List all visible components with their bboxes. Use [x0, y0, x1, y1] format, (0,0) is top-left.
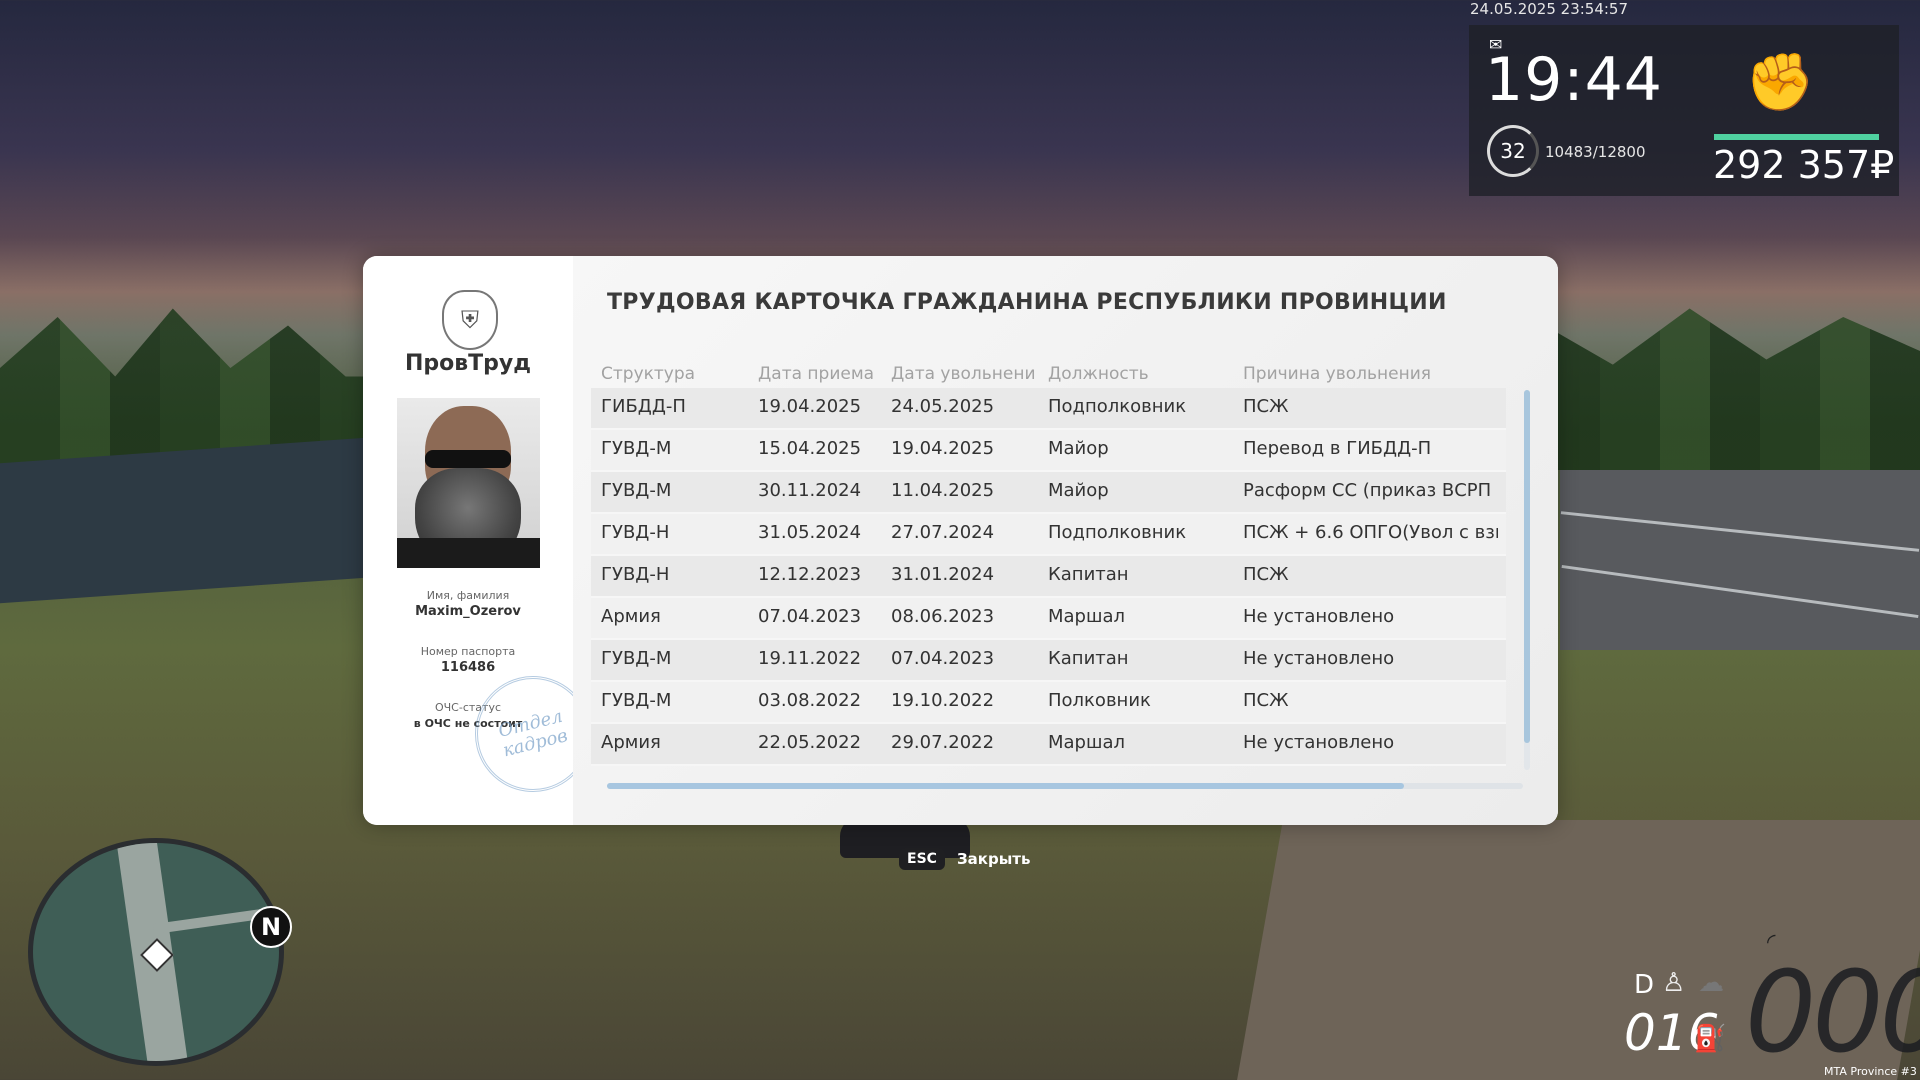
cell-dismissal-date: 11.04.2025 — [891, 480, 995, 501]
table-row[interactable]: ГУВД-М 15.04.2025 19.04.2025 Майор Перевод в… — [591, 430, 1506, 472]
cell-structure: ГУВД-М — [601, 438, 672, 459]
card-sidebar: ⛨ ПровТруд Имя, фамилия Maxim_Ozerov Ном… — [363, 256, 604, 825]
org-name: ПровТруд — [404, 351, 532, 376]
cell-structure: ГИБДД-П — [601, 396, 686, 417]
cell-reason: ПСЖ — [1243, 396, 1289, 417]
table-row[interactable]: ГУВД-М 19.11.2022 07.04.2023 Капитан Не уста… — [591, 640, 1506, 682]
col-dismissal-date: Дата увольнени — [891, 364, 1036, 384]
table-row[interactable]: Армия 07.04.2023 08.06.2023 Маршал Не устано… — [591, 598, 1506, 640]
cell-dismissal-date: 24.05.2025 — [891, 396, 995, 417]
cell-structure: ГУВД-Н — [601, 522, 670, 543]
esc-key-button[interactable]: ESC — [899, 848, 945, 870]
employment-card: ⛨ ПровТруд Имя, фамилия Maxim_Ozerov Ном… — [363, 256, 1558, 825]
cell-hire-date: 12.12.2023 — [758, 564, 862, 585]
coat-of-arms-icon: ⛨ — [442, 290, 498, 350]
cell-hire-date: 15.04.2025 — [758, 438, 862, 459]
cell-hire-date: 22.05.2022 — [758, 732, 862, 753]
cell-position: Капитан — [1048, 564, 1129, 585]
seatbelt-icon: ♙ — [1662, 968, 1686, 998]
cell-position: Подполковник — [1048, 396, 1187, 417]
river — [0, 436, 380, 604]
vertical-scrollbar[interactable] — [1524, 390, 1530, 770]
level-badge: 32 — [1487, 125, 1539, 177]
table-row[interactable]: ГУВД-Н 12.12.2023 31.01.2024 Капитан ПСЖ — [591, 556, 1506, 598]
table-row[interactable]: ГУВД-М 30.11.2024 11.04.2025 Майор Расформ С… — [591, 472, 1506, 514]
table-header: Структура Дата приема Дата увольнени Дол… — [591, 364, 1511, 386]
hud-time: 19:44 — [1485, 45, 1663, 115]
vertical-scrollbar-thumb[interactable] — [1524, 390, 1530, 744]
server-name: MTA Province #3 — [1824, 1065, 1917, 1078]
horizontal-scrollbar-thumb[interactable] — [607, 783, 1404, 789]
cell-reason: Не установлено — [1243, 648, 1395, 669]
card-title: ТРУДОВАЯ КАРТОЧКА ГРАЖДАНИНА РЕСПУБЛИКИ … — [607, 290, 1447, 315]
col-position: Должность — [1048, 364, 1149, 384]
cell-position: Маршал — [1048, 606, 1125, 627]
cell-structure: ГУВД-М — [601, 690, 672, 711]
cell-hire-date: 19.04.2025 — [758, 396, 862, 417]
cell-dismissal-date: 19.04.2025 — [891, 438, 995, 459]
cell-position: Майор — [1048, 480, 1109, 501]
cell-position: Капитан — [1048, 648, 1129, 669]
cell-reason: Расформ СС (приказ ВСРП N — [1243, 480, 1498, 501]
engine-icon: ☁ — [1698, 968, 1724, 998]
cell-structure: Армия — [601, 606, 661, 627]
money-amount: 292 357₽ — [1713, 143, 1895, 187]
table-row[interactable]: ГУВД-М 03.08.2022 19.10.2022 Полковник ПСЖ — [591, 682, 1506, 724]
cell-dismissal-date: 07.04.2023 — [891, 648, 995, 669]
avatar — [397, 398, 540, 568]
horizontal-scrollbar[interactable] — [607, 783, 1523, 789]
cell-hire-date: 03.08.2022 — [758, 690, 862, 711]
cell-reason: ПСЖ — [1243, 564, 1289, 585]
cell-reason: Перевод в ГИБДД-П — [1243, 438, 1432, 459]
col-reason: Причина увольнения — [1243, 364, 1431, 384]
passport-label: Номер паспорта — [420, 645, 516, 658]
road — [1560, 470, 1920, 650]
speed-readout: 000 — [1745, 948, 1920, 1078]
table-row[interactable]: ГУВД-Н 31.05.2024 27.07.2024 Подполковник ПС… — [591, 514, 1506, 556]
cell-hire-date: 31.05.2024 — [758, 522, 862, 543]
name-label: Имя, фамилия — [426, 589, 510, 602]
cell-dismissal-date: 08.06.2023 — [891, 606, 995, 627]
cell-reason: Не установлено — [1243, 606, 1395, 627]
col-structure: Структура — [601, 364, 696, 384]
cell-position: Маршал — [1048, 732, 1125, 753]
hud-datetime: 24.05.2025 23:54:57 — [1470, 0, 1629, 18]
cell-structure: ГУВД-М — [601, 480, 672, 501]
cell-hire-date: 30.11.2024 — [758, 480, 862, 501]
cell-position: Майор — [1048, 438, 1109, 459]
gear-indicator: D — [1634, 970, 1655, 1000]
col-hire-date: Дата приема — [758, 364, 875, 384]
passport-value: 116486 — [440, 660, 496, 675]
cell-structure: Армия — [601, 732, 661, 753]
health-bar-fill — [1714, 134, 1879, 140]
experience-text: 10483/12800 — [1545, 143, 1646, 161]
cell-reason: ПСЖ + 6.6 ОПГО(Увол с взы — [1243, 522, 1498, 543]
cell-dismissal-date: 27.07.2024 — [891, 522, 995, 543]
hud-panel: ✉ 19:44 ✊ 32 10483/12800 292 357₽ — [1469, 25, 1899, 196]
close-label[interactable]: Закрыть — [957, 850, 1030, 868]
cell-position: Подполковник — [1048, 522, 1187, 543]
name-value: Maxim_Ozerov — [415, 604, 521, 619]
minimap — [28, 838, 284, 1066]
cell-position: Полковник — [1048, 690, 1151, 711]
table-row[interactable]: Армия 22.05.2022 29.07.2022 Маршал Не устано… — [591, 724, 1506, 766]
cell-structure: ГУВД-Н — [601, 564, 670, 585]
cell-reason: Не установлено — [1243, 732, 1395, 753]
card-content: ТРУДОВАЯ КАРТОЧКА ГРАЖДАНИНА РЕСПУБЛИКИ … — [573, 256, 1558, 825]
fist-icon: ✊ — [1745, 50, 1815, 115]
employment-table[interactable]: ГИБДД-П 19.04.2025 24.05.2025 Подполковник П… — [591, 388, 1511, 766]
cell-hire-date: 07.04.2023 — [758, 606, 862, 627]
health-bar — [1714, 134, 1879, 140]
table-row[interactable]: ГИБДД-П 19.04.2025 24.05.2025 Подполковник П… — [591, 388, 1506, 430]
cell-dismissal-date: 31.01.2024 — [891, 564, 995, 585]
cell-dismissal-date: 29.07.2022 — [891, 732, 995, 753]
fuel-icon: ⛽ — [1694, 1024, 1727, 1054]
cell-structure: ГУВД-М — [601, 648, 672, 669]
cell-reason: ПСЖ — [1243, 690, 1289, 711]
cell-hire-date: 19.11.2022 — [758, 648, 862, 669]
cell-dismissal-date: 19.10.2022 — [891, 690, 995, 711]
compass-north: N — [250, 906, 292, 948]
